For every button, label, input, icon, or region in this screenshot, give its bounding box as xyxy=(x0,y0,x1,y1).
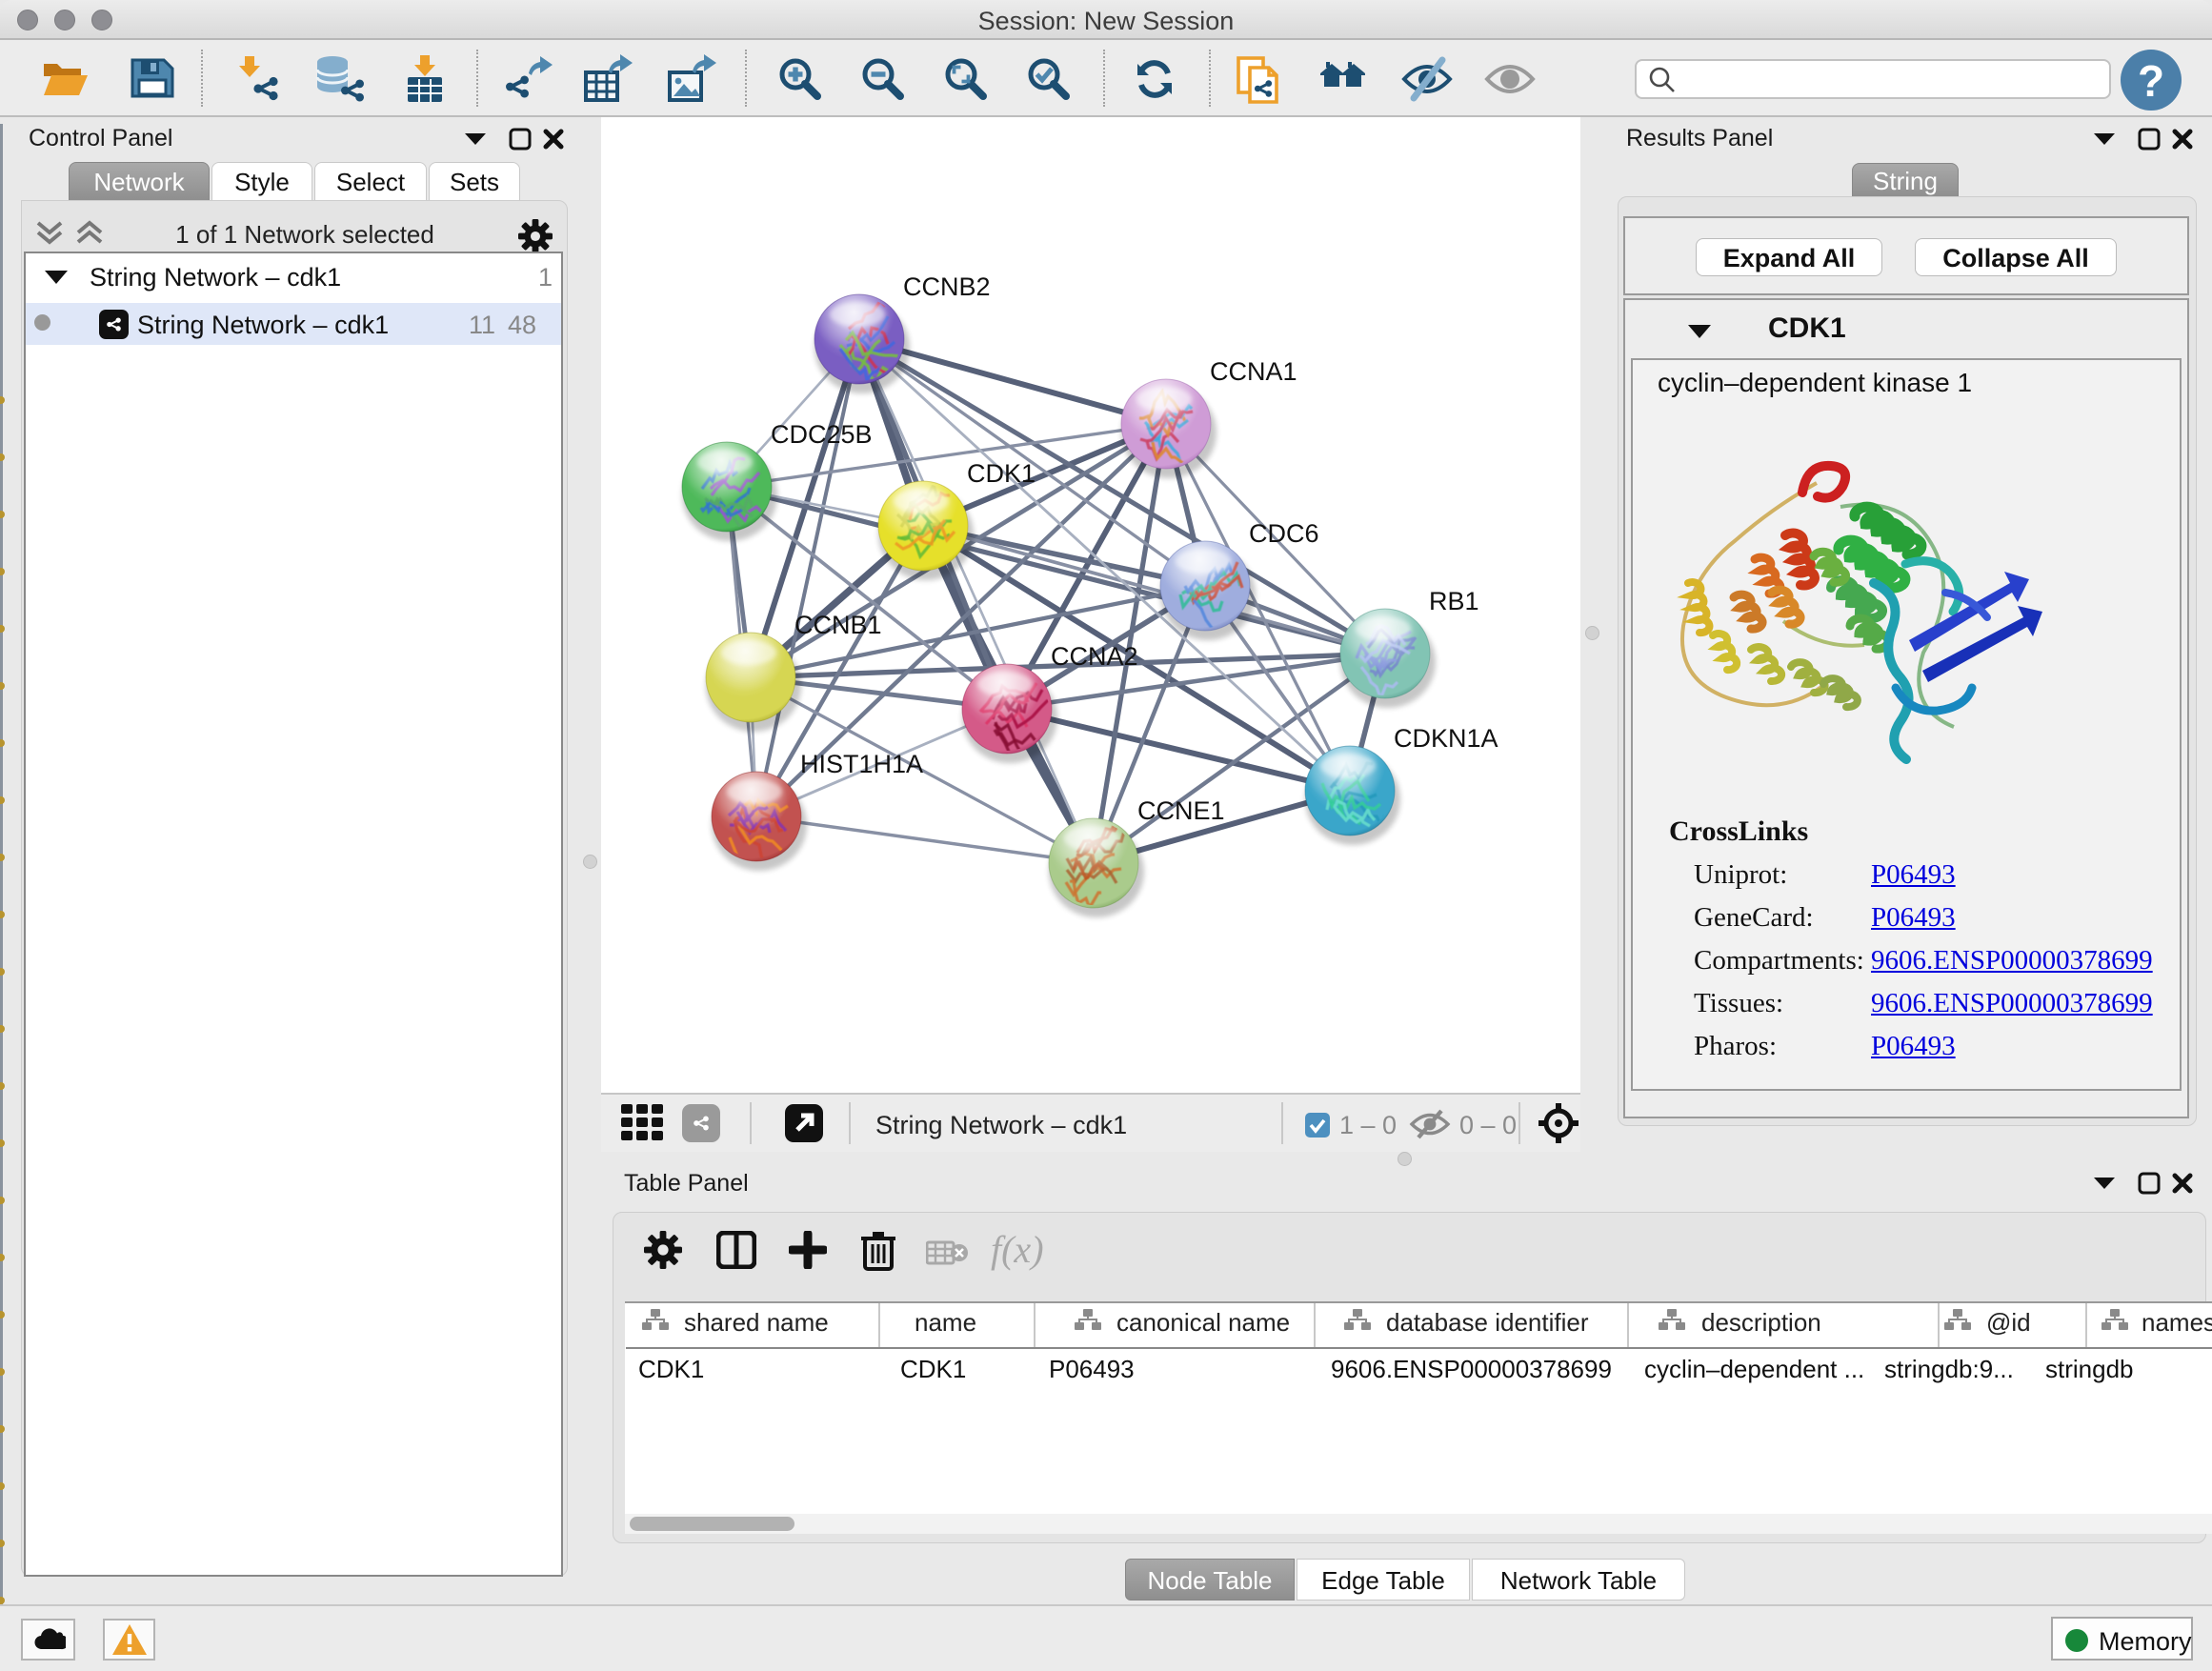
svg-text:CDC25B: CDC25B xyxy=(771,420,873,449)
svg-text:CCNA2: CCNA2 xyxy=(1051,642,1138,671)
svg-text:CCNB2: CCNB2 xyxy=(903,272,991,301)
svg-text:CCNA1: CCNA1 xyxy=(1210,357,1297,386)
svg-text:CDKN1A: CDKN1A xyxy=(1394,724,1498,753)
svg-text:CDC6: CDC6 xyxy=(1249,519,1319,548)
svg-text:HIST1H1A: HIST1H1A xyxy=(800,750,923,778)
svg-text:RB1: RB1 xyxy=(1429,587,1479,615)
svg-text:CCNB1: CCNB1 xyxy=(794,611,882,639)
svg-text:CDK1: CDK1 xyxy=(967,459,1036,488)
svg-text:CCNE1: CCNE1 xyxy=(1137,796,1225,825)
